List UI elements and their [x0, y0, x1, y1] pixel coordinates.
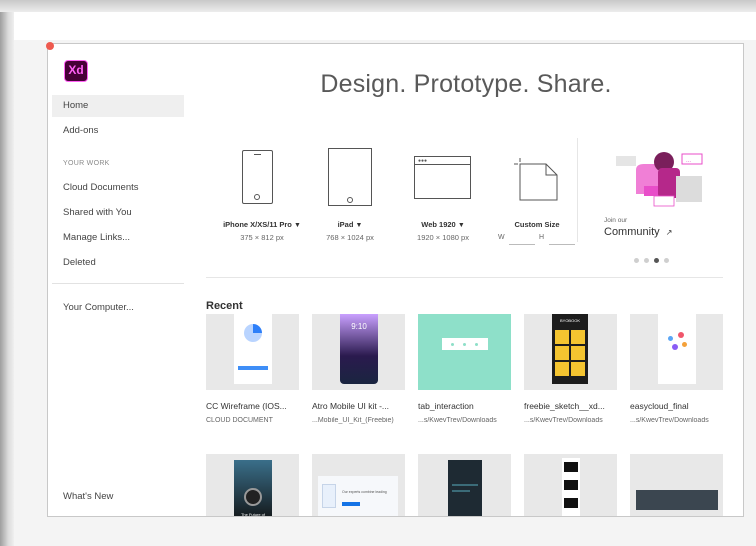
xd-home-window: Xd Home Add-ons YOUR WORK Cloud Document… — [47, 43, 744, 517]
recent-thumb-web-landing[interactable]: Our experts combine leading — [312, 454, 405, 516]
carousel-dot[interactable] — [634, 258, 639, 263]
carousel-dots — [634, 250, 674, 268]
carousel-dot[interactable] — [664, 258, 669, 263]
preset-custom-size: Custom Size — [502, 220, 572, 229]
recent-file-name[interactable]: tab_interaction — [418, 401, 516, 411]
bokeh-caption-text: The Future of — [240, 512, 265, 517]
preset-web-1920[interactable]: Web 1920 ▼ 1920 × 1080 px — [398, 220, 488, 242]
recent-thumb-cc-wireframe[interactable] — [206, 314, 299, 390]
web-heading-text: Our experts combine leading — [342, 490, 387, 494]
recent-thumb-photo-app[interactable]: The Future of — [206, 454, 299, 517]
chevron-down-icon: ▼ — [355, 222, 363, 229]
svg-text:...: ... — [686, 158, 691, 164]
preset-custom-name: Custom Size — [514, 220, 560, 229]
custom-height-input[interactable] — [549, 244, 575, 245]
custom-width-label: W — [498, 234, 505, 241]
sidebar-item-cloud-documents[interactable]: Cloud Documents — [52, 177, 184, 199]
carousel-dot[interactable] — [644, 258, 649, 263]
recent-thumb-tab-interaction[interactable] — [418, 314, 511, 390]
community-label: Community — [604, 226, 660, 238]
recent-file-location: ...Mobile_UI_Kit_(Freebie) — [312, 417, 394, 424]
screen-left-edge — [0, 12, 14, 546]
sidebar-item-shared-with-you[interactable]: Shared with You — [52, 202, 184, 224]
recent-thumb-film-strip[interactable] — [524, 454, 617, 516]
preset-iphone[interactable]: iPhone X/XS/11 Pro ▼ 375 × 812 px — [214, 220, 310, 242]
recent-file-location: ...s/KwevTrev/Downloads — [630, 417, 709, 424]
preset-ipad[interactable]: iPad ▼ 768 × 1024 px — [310, 220, 390, 242]
recent-file-name[interactable]: easycloud_final — [630, 401, 728, 411]
sidebar: Xd Home Add-ons YOUR WORK Cloud Document… — [48, 44, 186, 516]
window-close-button[interactable] — [46, 42, 54, 50]
sidebar-item-your-computer[interactable]: Your Computer... — [52, 297, 184, 319]
community-join-text: Join our — [604, 217, 628, 224]
sidebar-item-whats-new[interactable]: What's New — [52, 486, 184, 508]
preset-iphone-name: iPhone X/XS/11 Pro — [223, 220, 292, 229]
recent-heading: Recent — [206, 300, 243, 312]
community-link[interactable]: Community ↗ — [604, 226, 672, 238]
recent-file-name[interactable]: freebie_sketch__xd... — [524, 401, 622, 411]
sidebar-item-deleted[interactable]: Deleted — [52, 252, 184, 274]
recent-thumb-freebie-sketch[interactable]: BYOBOOK — [524, 314, 617, 390]
recent-thumb-atro-mobile[interactable]: 9:10 — [312, 314, 405, 390]
main-content: Design. Prototype. Share. iPhone X/XS/11… — [206, 44, 743, 516]
preset-ipad-dims: 768 × 1024 px — [326, 233, 374, 242]
community-illustration: ... — [616, 152, 703, 207]
preset-iphone-dims: 375 × 812 px — [240, 233, 284, 242]
screen-top-edge — [0, 0, 756, 12]
recent-file-location: CLOUD DOCUMENT — [206, 417, 273, 424]
recent-file-name[interactable]: CC Wireframe (IOS... — [206, 401, 304, 411]
recent-file-location: ...s/KwevTrev/Downloads — [418, 417, 497, 424]
ipad-preset-icon[interactable] — [328, 148, 372, 206]
presets-divider — [577, 138, 578, 242]
recent-thumb-dark-banner[interactable] — [630, 454, 723, 516]
sidebar-item-add-ons[interactable]: Add-ons — [52, 120, 184, 142]
xd-logo-icon: Xd — [64, 60, 88, 82]
sidebar-item-home[interactable]: Home — [52, 95, 184, 117]
sidebar-divider — [52, 283, 184, 284]
preset-ipad-name: iPad — [337, 220, 354, 229]
freebie-heading-text: BYOBOOK — [559, 318, 580, 323]
custom-size-icon[interactable] — [510, 156, 560, 204]
recent-thumb-dark-app[interactable] — [418, 454, 511, 516]
custom-width-input[interactable] — [509, 244, 535, 245]
custom-height-label: H — [539, 234, 545, 241]
recent-file-name[interactable]: Atro Mobile UI kit -... — [312, 401, 410, 411]
web-preset-icon[interactable]: ●●● — [414, 156, 471, 199]
chevron-down-icon: ▼ — [457, 222, 465, 229]
atro-time-text: 9:10 — [351, 322, 367, 331]
sidebar-item-manage-links[interactable]: Manage Links... — [52, 227, 184, 249]
preset-web-dims: 1920 × 1080 px — [417, 233, 469, 242]
carousel-dot-active[interactable] — [654, 258, 659, 263]
preset-web-name: Web 1920 — [421, 220, 456, 229]
recent-thumb-easycloud[interactable] — [630, 314, 723, 390]
section-label-your-work: YOUR WORK — [63, 160, 110, 167]
recent-file-location: ...s/KwevTrev/Downloads — [524, 417, 603, 424]
page-headline: Design. Prototype. Share. — [320, 70, 612, 98]
chevron-down-icon: ▼ — [293, 222, 301, 229]
recent-divider — [206, 277, 723, 278]
external-link-icon: ↗ — [665, 228, 673, 237]
iphone-preset-icon[interactable] — [242, 150, 273, 204]
